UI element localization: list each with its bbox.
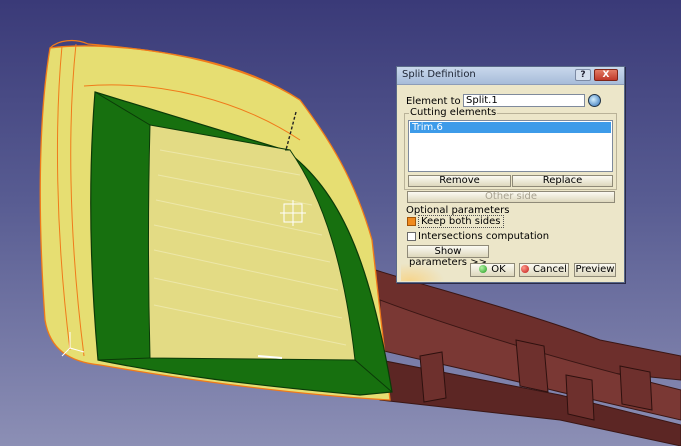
close-button[interactable]: X bbox=[594, 69, 618, 81]
selection-cursor-icon bbox=[280, 200, 306, 226]
element-to-cut-field[interactable]: Split.1 bbox=[463, 94, 585, 107]
show-parameters-button[interactable]: Show parameters >> bbox=[407, 245, 489, 268]
keep-both-sides-label[interactable]: Keep both sides bbox=[418, 215, 504, 228]
cancel-label: Cancel bbox=[533, 264, 567, 275]
keep-both-sides-checkbox[interactable] bbox=[407, 217, 416, 226]
brown-bracket bbox=[348, 261, 681, 446]
help-button[interactable]: ? bbox=[575, 69, 591, 81]
ok-button[interactable]: OK bbox=[470, 263, 515, 277]
cancel-button[interactable]: Cancel bbox=[519, 263, 569, 277]
ok-label: OK bbox=[491, 264, 506, 275]
intersections-computation-label[interactable]: Intersections computation bbox=[418, 231, 549, 242]
ok-icon bbox=[479, 265, 488, 273]
remove-button[interactable]: Remove bbox=[408, 175, 511, 187]
preview-button[interactable]: Preview bbox=[574, 263, 616, 277]
split-definition-dialog: Split Definition ? X Element to cut: Spl… bbox=[396, 66, 625, 283]
dialog-titlebar[interactable]: Split Definition ? X bbox=[397, 67, 624, 85]
intersections-computation-checkbox[interactable] bbox=[407, 232, 416, 241]
element-picker-icon[interactable] bbox=[588, 94, 601, 107]
cutting-elements-label: Cutting elements bbox=[409, 107, 498, 118]
dialog-corner-decoration bbox=[401, 263, 445, 281]
dialog-title: Split Definition bbox=[402, 69, 476, 80]
other-side-button[interactable]: Other side bbox=[407, 191, 615, 203]
cutting-elements-group: Cutting elements Trim.6 Remove Replace bbox=[404, 107, 617, 190]
replace-button[interactable]: Replace bbox=[512, 175, 613, 187]
cutting-elements-list[interactable]: Trim.6 bbox=[408, 120, 613, 172]
cancel-icon bbox=[521, 265, 530, 273]
list-item[interactable]: Trim.6 bbox=[410, 122, 611, 133]
